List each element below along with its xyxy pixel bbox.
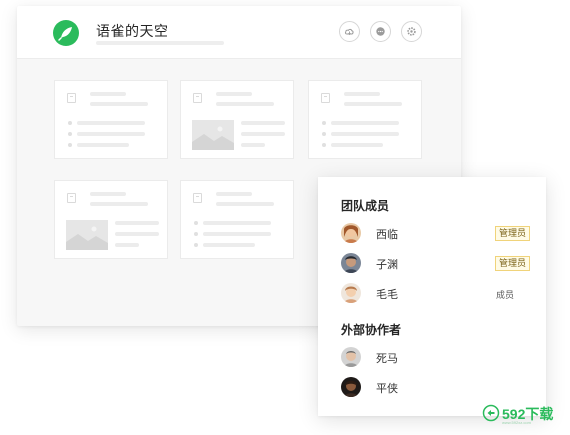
- member-row[interactable]: 西临 管理员: [341, 223, 531, 245]
- text-placeholder: [90, 92, 126, 96]
- image-placeholder-icon: [192, 120, 234, 150]
- app-header: 语雀的天空: [17, 6, 461, 59]
- watermark-logo-icon: [482, 404, 500, 422]
- avatar: [341, 377, 361, 397]
- text-placeholder: [331, 132, 399, 136]
- text-placeholder: [344, 92, 380, 96]
- text-placeholder: [115, 221, 159, 225]
- admin-badge: 管理员: [494, 256, 530, 271]
- text-placeholder: [344, 102, 402, 106]
- text-placeholder: [331, 121, 399, 125]
- member-name: 西临: [376, 229, 398, 241]
- text-placeholder: [90, 102, 148, 106]
- doc-card[interactable]: [308, 80, 422, 159]
- bullet: [194, 232, 198, 236]
- text-placeholder: [203, 221, 271, 225]
- member-row[interactable]: 死马: [341, 347, 531, 369]
- admin-badge: 管理员: [494, 226, 530, 241]
- text-placeholder: [77, 121, 145, 125]
- document-icon: [193, 193, 202, 203]
- avatar: [341, 253, 361, 273]
- member-name: 子渊: [376, 259, 398, 271]
- text-placeholder: [90, 192, 126, 196]
- image-placeholder-icon: [66, 220, 108, 250]
- external-collaborators-title: 外部协作者: [341, 323, 402, 337]
- member-row[interactable]: 平侠: [341, 377, 531, 399]
- watermark-subtext: www.592xz.com: [502, 420, 531, 425]
- chat-icon: [376, 27, 385, 36]
- avatar: [341, 223, 361, 243]
- member-name: 毛毛: [376, 289, 398, 301]
- text-placeholder: [241, 132, 285, 136]
- cloud-button[interactable]: [339, 21, 360, 42]
- bullet: [322, 143, 326, 147]
- title-subtitle-placeholder: [96, 41, 224, 45]
- text-placeholder: [90, 202, 148, 206]
- bullet: [68, 143, 72, 147]
- text-placeholder: [216, 202, 274, 206]
- document-icon: [67, 193, 76, 203]
- chat-button[interactable]: [370, 21, 391, 42]
- avatar: [341, 283, 361, 303]
- member-role: 成员: [495, 290, 514, 300]
- text-placeholder: [331, 143, 383, 147]
- gear-icon: [407, 27, 416, 36]
- text-placeholder: [115, 232, 159, 236]
- text-placeholder: [203, 232, 271, 236]
- team-members-title: 团队成员: [341, 199, 390, 213]
- text-placeholder: [115, 243, 139, 247]
- document-icon: [67, 93, 76, 103]
- member-row[interactable]: 毛毛 成员: [341, 283, 531, 305]
- member-name: 死马: [376, 353, 398, 365]
- text-placeholder: [216, 192, 252, 196]
- bullet: [194, 243, 198, 247]
- members-panel: 团队成员 西临 管理员 子渊 管理员 毛毛 成员 外部协作者 死马 平侠: [318, 177, 546, 416]
- doc-card[interactable]: [54, 80, 168, 159]
- doc-card[interactable]: [180, 80, 294, 159]
- bullet: [322, 132, 326, 136]
- yuque-logo-icon[interactable]: [53, 20, 79, 46]
- text-placeholder: [203, 243, 255, 247]
- text-placeholder: [77, 143, 129, 147]
- doc-card[interactable]: [180, 180, 294, 259]
- doc-card[interactable]: [54, 180, 168, 259]
- member-name: 平侠: [376, 383, 398, 395]
- app-title: 语雀的天空: [96, 23, 169, 39]
- text-placeholder: [77, 132, 145, 136]
- text-placeholder: [216, 92, 252, 96]
- text-placeholder: [216, 102, 274, 106]
- settings-button[interactable]: [401, 21, 422, 42]
- avatar: [341, 347, 361, 367]
- bullet: [194, 221, 198, 225]
- document-icon: [193, 93, 202, 103]
- document-icon: [321, 93, 330, 103]
- member-row[interactable]: 子渊 管理员: [341, 253, 531, 275]
- site-watermark: 592下载 www.592xz.com: [482, 402, 560, 426]
- text-placeholder: [241, 143, 265, 147]
- text-placeholder: [241, 121, 285, 125]
- bullet: [68, 121, 72, 125]
- bullet: [68, 132, 72, 136]
- cloud-icon: [344, 28, 354, 36]
- bullet: [322, 121, 326, 125]
